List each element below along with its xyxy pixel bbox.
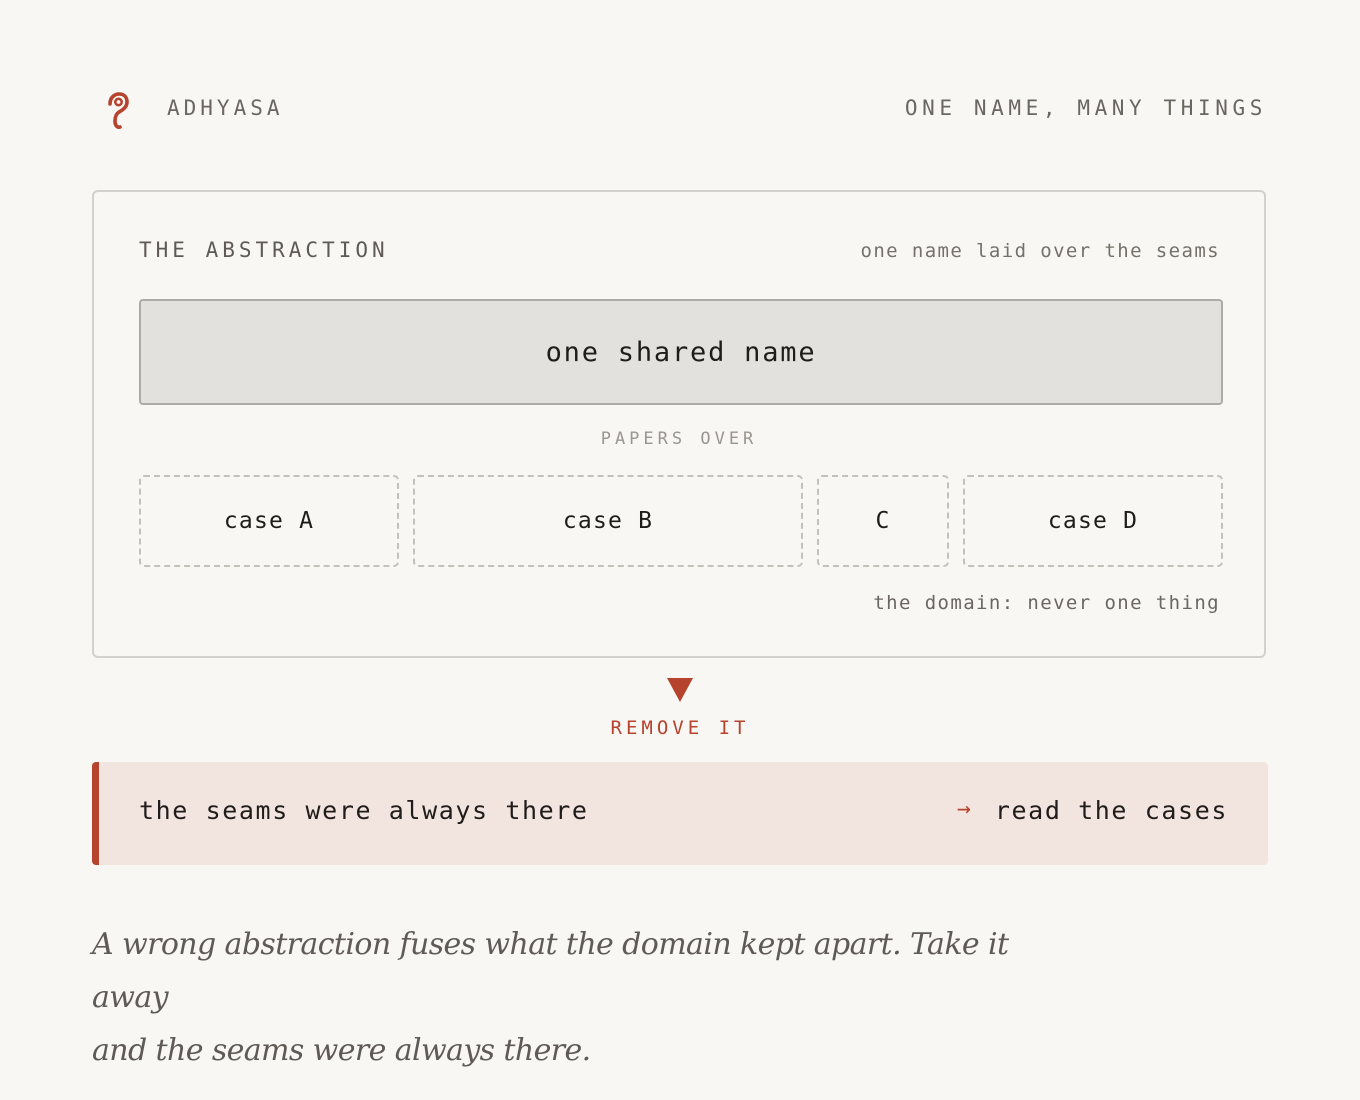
right-arrow-icon: →: [957, 796, 971, 822]
panel-note: one name laid over the seams: [860, 240, 1220, 262]
tagline: ONE NAME, MANY THINGS: [904, 96, 1267, 120]
down-triangle-icon: [667, 678, 693, 702]
case-box-c: C: [817, 475, 949, 567]
result-bar: the seams were always there → read the c…: [92, 762, 1268, 865]
caption: A wrong abstraction fuses what the domai…: [92, 918, 1012, 1077]
panel-title: THE ABSTRACTION: [139, 238, 389, 262]
caption-line-2: and the seams were always there.: [92, 1033, 591, 1068]
shared-name-box: one shared name: [139, 299, 1223, 405]
case-box-b: case B: [413, 475, 803, 567]
remove-label: REMOVE IT: [610, 717, 750, 739]
result-text: the seams were always there: [139, 796, 589, 825]
result-action: read the cases: [994, 796, 1228, 825]
caption-line-1: A wrong abstraction fuses what the domai…: [92, 927, 1009, 1015]
case-box-d: case D: [963, 475, 1223, 567]
abstraction-panel: THE ABSTRACTION one name laid over the s…: [92, 190, 1266, 658]
hook-glyph-icon: [108, 92, 129, 129]
domain-note: the domain: never one thing: [873, 592, 1220, 614]
case-box-a: case A: [139, 475, 399, 567]
connector-label: PAPERS OVER: [600, 429, 758, 449]
brand-name: ADHYASA: [167, 96, 284, 120]
